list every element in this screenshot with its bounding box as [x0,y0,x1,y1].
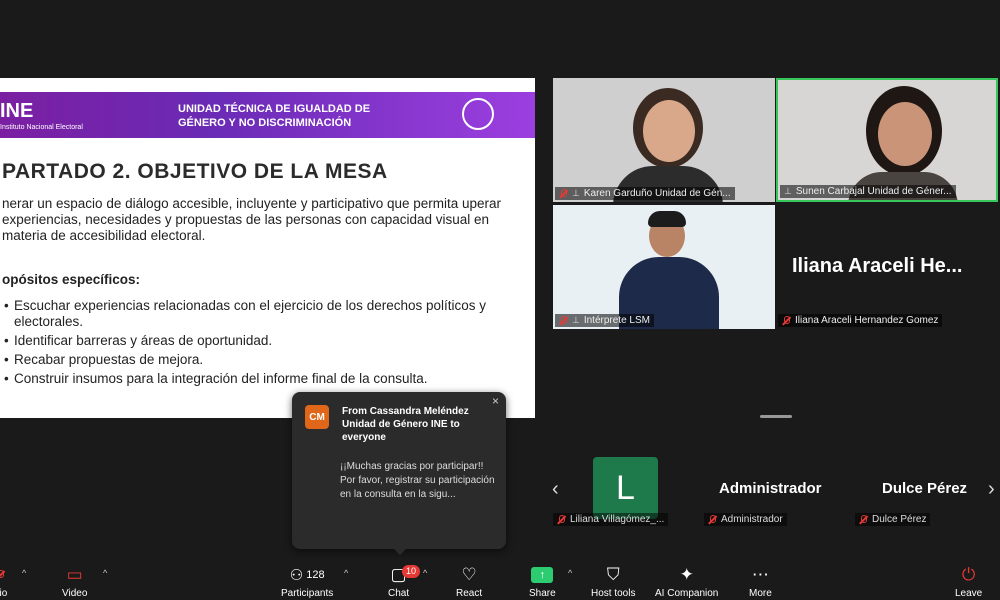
gallery-namebar: Administrador [704,513,787,526]
mic-muted-icon [0,564,5,586]
ine-logo-subtitle: Instituto Nacional Electoral [0,124,83,131]
host-tools-button[interactable]: ⛉ Host tools [591,558,635,599]
gallery-namebar: Dulce Pérez [855,513,931,526]
mic-muted-icon [559,315,568,326]
gallery-prev-icon[interactable]: ‹ [552,478,559,501]
participant-face [878,102,932,166]
video-label: Video [62,588,88,599]
slide-title: PARTADO 2. OBJETIVO DE LA MESA [2,160,388,183]
mic-muted-icon [557,514,566,525]
mic-muted-icon [782,315,791,326]
participant-name: Karen Garduño Unidad de Gén... [583,188,731,199]
leave-button[interactable]: ⏻ Leave [955,558,982,599]
gallery-namebar: Liliana Villagómez_... [553,513,669,526]
chat-unread-badge: 10 [402,565,421,578]
video-options-icon[interactable]: ^ [103,568,107,578]
ai-companion-label: AI Companion [655,588,719,599]
more-label: More [749,588,772,599]
participant-name: Liliana Villagómez_... [570,514,665,525]
heart-icon: ♡ [461,565,477,584]
more-icon: ⋯ [751,565,769,584]
participants-options-icon[interactable]: ^ [344,568,348,578]
chat-message: ¡¡Muchas gracias por participar!! Por fa… [340,461,495,500]
participant-name: Iliana Araceli Hernandez Gomez [795,315,939,326]
shared-slide: INE Instituto Nacional Electoral UNIDAD … [0,78,535,418]
mic-muted-icon [708,514,717,525]
video-off-icon: ▭ [66,565,83,584]
audio-options-icon[interactable]: ^ [22,568,26,578]
participant-name: Intérprete LSM [583,315,650,326]
share-button[interactable]: ↑ Share [529,558,556,599]
participant-name: Sunen Carbajal Unidad de Géner... [795,186,952,197]
ine-logo: INE [0,100,34,122]
chat-notification-tail [393,548,407,555]
participant-hair [648,211,686,227]
tile-namebar: ⊥ Karen Garduño Unidad de Gén... [555,187,735,200]
slide-header: INE Instituto Nacional Electoral UNIDAD … [0,92,535,138]
video-tile-interpreter[interactable]: ⊥ Intérprete LSM [553,205,775,329]
video-tile-karen[interactable]: ⊥ Karen Garduño Unidad de Gén... [553,78,775,202]
participant-display-name[interactable]: Dulce Pérez [882,480,967,497]
audio-button[interactable]: dio [0,558,7,599]
host-tools-label: Host tools [591,588,636,599]
list-item: Recabar propuestas de mejora. [4,352,524,368]
pin-icon: ⊥ [572,188,580,198]
emblem-icon [462,98,494,130]
share-options-icon[interactable]: ^ [568,568,572,578]
pin-icon: ⊥ [572,315,580,325]
audio-label: dio [0,588,8,599]
list-item: Identificar barreras y áreas de oportuni… [4,333,524,349]
gallery-next-icon[interactable]: › [988,478,995,501]
mic-muted-icon [859,514,868,525]
avatar: CM [305,405,329,429]
close-icon[interactable]: × [492,394,499,408]
ai-companion-button[interactable]: ✦ AI Companion [655,558,718,599]
video-button[interactable]: ▭ Video [62,558,87,599]
react-button[interactable]: ♡ React [456,558,482,599]
leave-label: Leave [955,588,983,599]
participants-label: Participants [281,588,334,599]
chat-button[interactable]: ▢ Chat [388,558,409,599]
tile-namebar: ⊥ Sunen Carbajal Unidad de Géner... [780,185,956,198]
chat-options-icon[interactable]: ^ [423,568,427,578]
chat-sender: From Cassandra Meléndez Unidad de Género… [342,406,469,443]
slide-list: Escuchar experiencias relacionadas con e… [4,298,524,390]
participant-display-name[interactable]: Administrador [719,480,822,497]
leave-icon: ⏻ [961,565,976,584]
chat-label: Chat [388,588,410,599]
shield-icon: ⛉ [606,565,620,584]
avatar[interactable]: L [593,457,658,519]
participants-icon: ⚇ [289,567,304,584]
participant-name: Administrador [721,514,783,525]
participant-name: Dulce Pérez [872,514,927,525]
slide-intro: nerar un espacio de diálogo accesible, i… [2,196,502,243]
slide-header-title: UNIDAD TÉCNICA DE IGUALDAD DE GÉNERO Y N… [178,103,371,129]
tile-namebar: Iliana Araceli Hernandez Gomez [778,314,943,327]
share-label: Share [529,588,556,599]
list-item: Escuchar experiencias relacionadas con e… [4,298,524,330]
slide-subheading: opósitos específicos: [2,272,141,287]
react-label: React [456,588,483,599]
chat-notification[interactable]: CM From Cassandra Meléndez Unidad de Gén… [292,392,506,549]
sparkle-icon: ✦ [679,565,694,584]
participant-face [643,100,695,162]
share-icon: ↑ [531,567,554,583]
participants-count: 128 [306,569,325,581]
participant-display-name: Iliana Araceli He... [792,255,963,277]
tile-namebar: ⊥ Intérprete LSM [555,314,654,327]
pin-icon: ⊥ [784,186,792,196]
meeting-toolbar: dio ^ ▭ Video ^ ⚇ 128 Participants ^ ▢ C… [0,558,1000,600]
mic-muted-icon [559,188,568,199]
more-button[interactable]: ⋯ More [749,558,772,599]
list-item: Construir insumos para la integración de… [4,371,524,387]
resize-handle[interactable] [760,415,792,418]
video-tile-sunen-active[interactable]: ⊥ Sunen Carbajal Unidad de Géner... [776,78,998,202]
participants-button[interactable]: ⚇ 128 Participants [281,558,333,599]
